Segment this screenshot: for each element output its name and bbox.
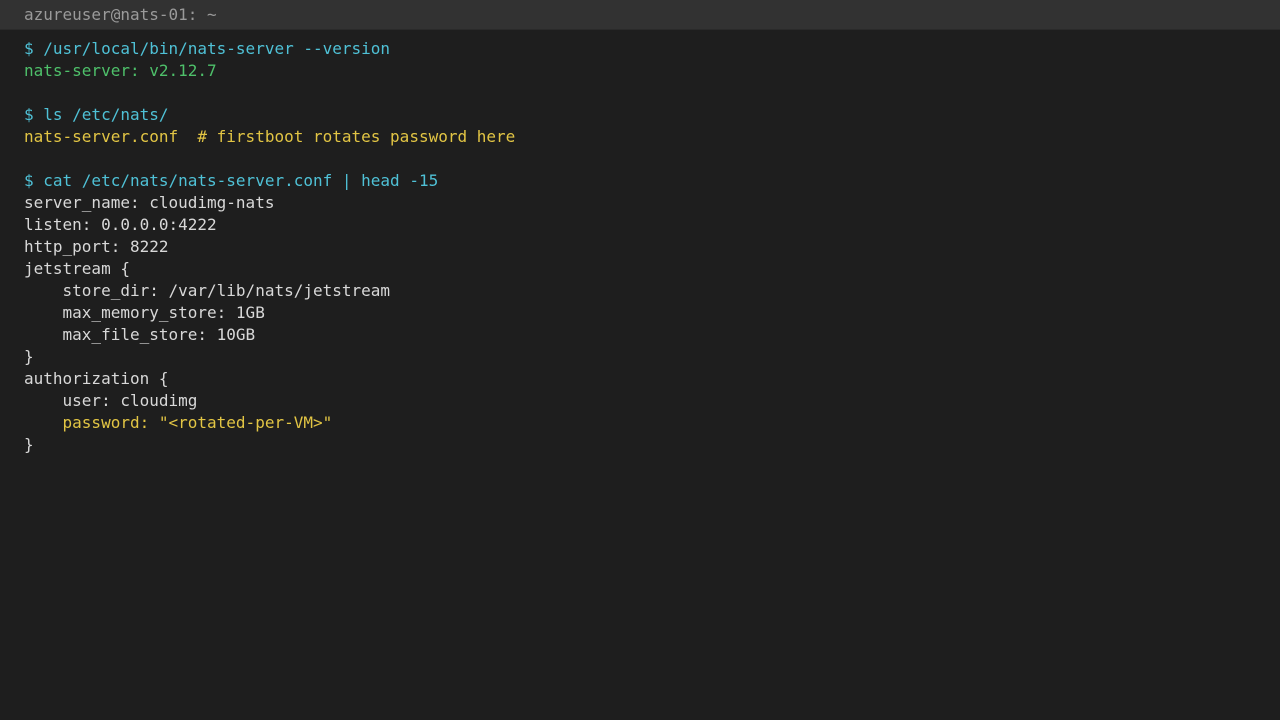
terminal-output[interactable]: $ /usr/local/bin/nats-server --version na… — [24, 38, 1256, 456]
title-bar: azureuser@nats-01: ~ — [0, 0, 1280, 30]
output-line: authorization { — [24, 369, 169, 388]
command-line: $ ls /etc/nats/ — [24, 105, 169, 124]
output-line: store_dir: /var/lib/nats/jetstream — [24, 281, 391, 300]
output-line: } — [24, 347, 34, 366]
output-line: nats-server.conf # firstboot rotates pas… — [24, 127, 516, 146]
output-line: } — [24, 435, 34, 454]
output-line: max_file_store: 10GB — [24, 325, 256, 344]
command-line: $ cat /etc/nats/nats-server.conf | head … — [24, 171, 439, 190]
output-line: nats-server: v2.12.7 — [24, 61, 217, 80]
output-line: server_name: cloudimg-nats — [24, 193, 275, 212]
output-line: password: "<rotated-per-VM>" — [24, 413, 333, 432]
window-title: azureuser@nats-01: ~ — [24, 5, 217, 24]
command-line: $ /usr/local/bin/nats-server --version — [24, 39, 391, 58]
output-line: jetstream { — [24, 259, 130, 278]
output-line: listen: 0.0.0.0:4222 — [24, 215, 217, 234]
output-line: http_port: 8222 — [24, 237, 169, 256]
terminal-window: azureuser@nats-01: ~ $ /usr/local/bin/na… — [0, 0, 1280, 720]
output-line: user: cloudimg — [24, 391, 198, 410]
output-line: max_memory_store: 1GB — [24, 303, 265, 322]
